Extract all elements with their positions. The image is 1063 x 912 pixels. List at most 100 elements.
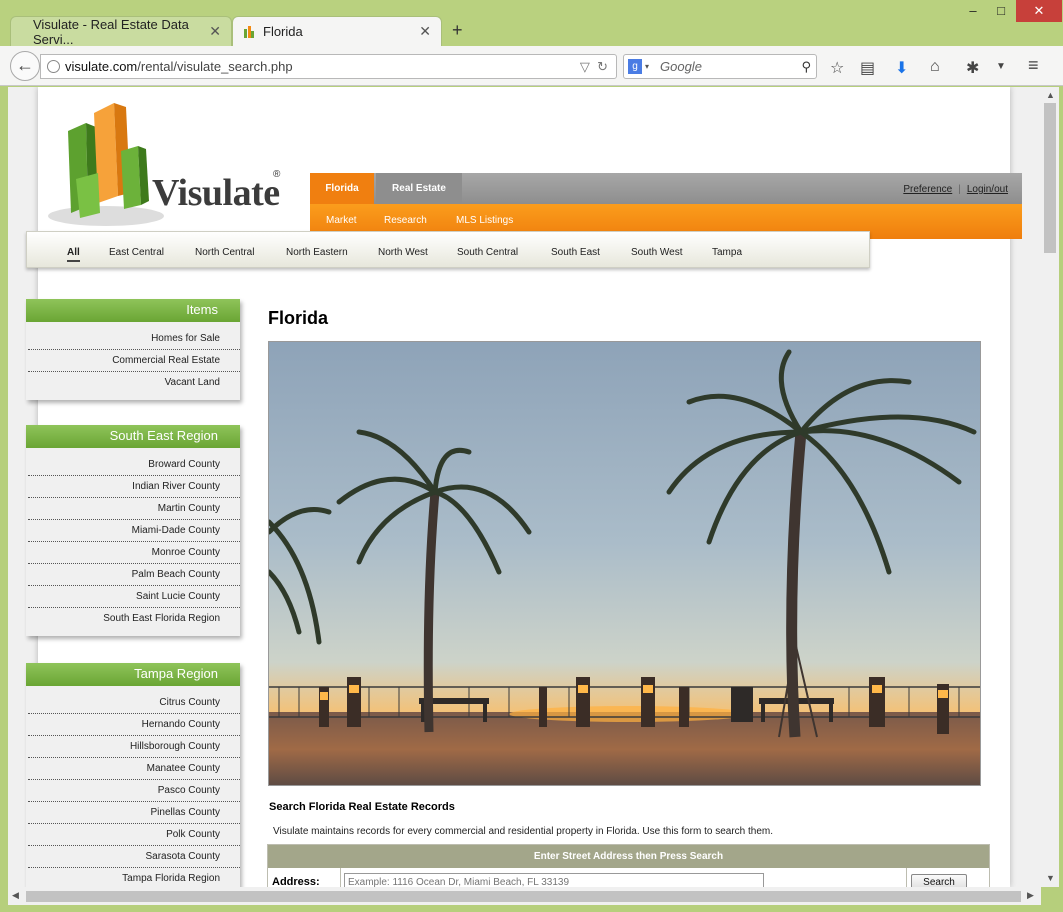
preference-link[interactable]: Preference <box>903 184 952 195</box>
sidebar-item-county[interactable]: Citrus County <box>28 692 240 714</box>
maximize-icon[interactable]: □ <box>986 0 1016 22</box>
page-viewport: Visulate ® Florida Real Estate Preferenc… <box>8 87 1041 887</box>
engine-dropdown-icon[interactable]: ▾ <box>645 55 649 78</box>
form-header: Enter Street Address then Press Search <box>268 845 989 868</box>
url-path: /rental/visulate_search.php <box>137 59 293 74</box>
sidebar-item-county[interactable]: Pinellas County <box>28 802 240 824</box>
sidebar-item-county[interactable]: Broward County <box>28 454 240 476</box>
reload-icon[interactable]: ↻ <box>597 59 608 74</box>
horizontal-scrollbar[interactable]: ◀ ▶ <box>8 887 1041 905</box>
dropdown-arrow-icon[interactable]: ▼ <box>996 61 1006 72</box>
address-search-form: Enter Street Address then Press Search A… <box>267 844 990 887</box>
sidebar-item-region[interactable]: South East Florida Region <box>28 608 240 630</box>
browser-tab-visulate[interactable]: Visulate - Real Estate Data Servi... ✕ <box>10 16 232 47</box>
subtab-research[interactable]: Research <box>384 215 427 226</box>
section-description: Visulate maintains records for every com… <box>273 826 774 837</box>
browser-titlebar: Visulate - Real Estate Data Servi... ✕ F… <box>0 0 1063 47</box>
region-south-central[interactable]: South Central <box>457 247 518 258</box>
vertical-scrollbar[interactable]: ▲ ▼ <box>1041 87 1059 887</box>
region-south-west[interactable]: South West <box>631 247 683 258</box>
sidebar-southeast-box: South East Region Broward County Indian … <box>26 425 240 636</box>
search-box[interactable]: g ▾ Google ⚲ <box>623 54 817 79</box>
search-icon[interactable]: ⚲ <box>801 55 811 78</box>
region-north-central[interactable]: North Central <box>195 247 254 258</box>
sidebar-item-county[interactable]: Hillsborough County <box>28 736 240 758</box>
logo-registered: ® <box>273 169 281 180</box>
google-icon[interactable]: g <box>628 59 642 74</box>
scroll-left-icon[interactable]: ◀ <box>12 890 19 901</box>
sidebar-item-county[interactable]: Hernando County <box>28 714 240 736</box>
browser-tab-florida[interactable]: Florida ✕ <box>232 16 442 46</box>
search-button[interactable]: Search <box>911 874 967 887</box>
url-host: visulate.com <box>65 59 138 74</box>
region-all[interactable]: All <box>67 247 80 262</box>
cell-divider <box>906 868 907 887</box>
extension-icon[interactable]: ✱ <box>966 58 979 78</box>
sidebar-heading: Tampa Region <box>26 663 240 686</box>
sidebar-item-county[interactable]: Polk County <box>28 824 240 846</box>
region-east-central[interactable]: East Central <box>109 247 164 258</box>
region-south-east[interactable]: South East <box>551 247 600 258</box>
tab-title: Florida <box>263 24 303 39</box>
scroll-down-icon[interactable]: ▼ <box>1046 873 1055 883</box>
sidebar-item-county[interactable]: Monroe County <box>28 542 240 564</box>
globe-icon <box>47 60 60 73</box>
close-window-icon[interactable]: ✕ <box>1016 0 1062 22</box>
scrollbar-thumb[interactable] <box>26 891 1021 902</box>
section-title: Search Florida Real Estate Records <box>269 801 455 813</box>
sidebar-item-county[interactable]: Saint Lucie County <box>28 586 240 608</box>
account-links: Preference | Login/out <box>903 184 1008 195</box>
address-label: Address: <box>272 876 320 887</box>
sidebar-item-vacant-land[interactable]: Vacant Land <box>28 372 240 394</box>
region-north-west[interactable]: North West <box>378 247 428 258</box>
sidebar-item-county[interactable]: Martin County <box>28 498 240 520</box>
tab-real-estate[interactable]: Real Estate <box>376 173 462 204</box>
sidebar-item-county[interactable]: Palm Beach County <box>28 564 240 586</box>
region-north-eastern[interactable]: North Eastern <box>286 247 348 258</box>
star-icon[interactable]: ☆ <box>830 58 844 78</box>
download-icon[interactable]: ⬇ <box>895 58 908 78</box>
minimize-icon[interactable]: – <box>958 0 988 22</box>
scroll-right-icon[interactable]: ▶ <box>1027 890 1034 901</box>
link-separator: | <box>958 184 961 195</box>
tab-florida[interactable]: Florida <box>310 173 374 204</box>
back-arrow-icon[interactable]: ← <box>10 51 40 81</box>
cell-divider <box>340 868 341 887</box>
scrollbar-thumb[interactable] <box>1044 103 1056 253</box>
reading-list-icon[interactable]: ▤ <box>860 58 875 78</box>
sidebar-item-county[interactable]: Indian River County <box>28 476 240 498</box>
dropdown-arrow-icon[interactable]: ▽ <box>580 59 590 74</box>
browser-navbar: ← visulate.com/rental/visulate_search.ph… <box>0 46 1063 86</box>
close-tab-icon[interactable]: ✕ <box>419 23 431 40</box>
sidebar-item-homes-for-sale[interactable]: Homes for Sale <box>28 328 240 350</box>
search-placeholder: Google <box>660 59 702 74</box>
visulate-favicon-icon <box>244 26 254 38</box>
region-nav: All East Central North Central North Eas… <box>26 231 870 268</box>
sidebar-item-county[interactable]: Manatee County <box>28 758 240 780</box>
subtab-mls-listings[interactable]: MLS Listings <box>456 215 513 226</box>
close-tab-icon[interactable]: ✕ <box>209 23 221 40</box>
scroll-up-icon[interactable]: ▲ <box>1046 90 1055 100</box>
visulate-logo[interactable]: Visulate ® <box>46 101 286 231</box>
url-bar[interactable]: visulate.com/rental/visulate_search.php … <box>40 54 617 79</box>
home-icon[interactable]: ⌂ <box>930 58 940 76</box>
logo-text: Visulate <box>152 172 280 214</box>
palm-beach-image <box>269 342 980 785</box>
menu-icon[interactable]: ≡ <box>1028 55 1039 76</box>
sidebar-item-commercial[interactable]: Commercial Real Estate <box>28 350 240 372</box>
region-tampa[interactable]: Tampa <box>712 247 742 258</box>
sidebar-item-county[interactable]: Pasco County <box>28 780 240 802</box>
sidebar-item-county[interactable]: Sarasota County <box>28 846 240 868</box>
hero-photo <box>268 341 981 786</box>
new-tab-icon[interactable]: + <box>452 20 463 41</box>
subtab-market[interactable]: Market <box>326 215 357 226</box>
page-content: Visulate ® Florida Real Estate Preferenc… <box>26 87 1022 887</box>
address-input[interactable] <box>344 873 764 887</box>
sidebar-heading: Items <box>26 299 240 322</box>
sidebar-tampa-box: Tampa Region Citrus County Hernando Coun… <box>26 663 240 887</box>
login-link[interactable]: Login/out <box>967 184 1008 195</box>
page-title: Florida <box>268 308 329 328</box>
sidebar-item-region[interactable]: Tampa Florida Region <box>28 868 240 887</box>
sidebar-item-county[interactable]: Miami-Dade County <box>28 520 240 542</box>
sidebar-items-box: Items Homes for Sale Commercial Real Est… <box>26 299 240 400</box>
